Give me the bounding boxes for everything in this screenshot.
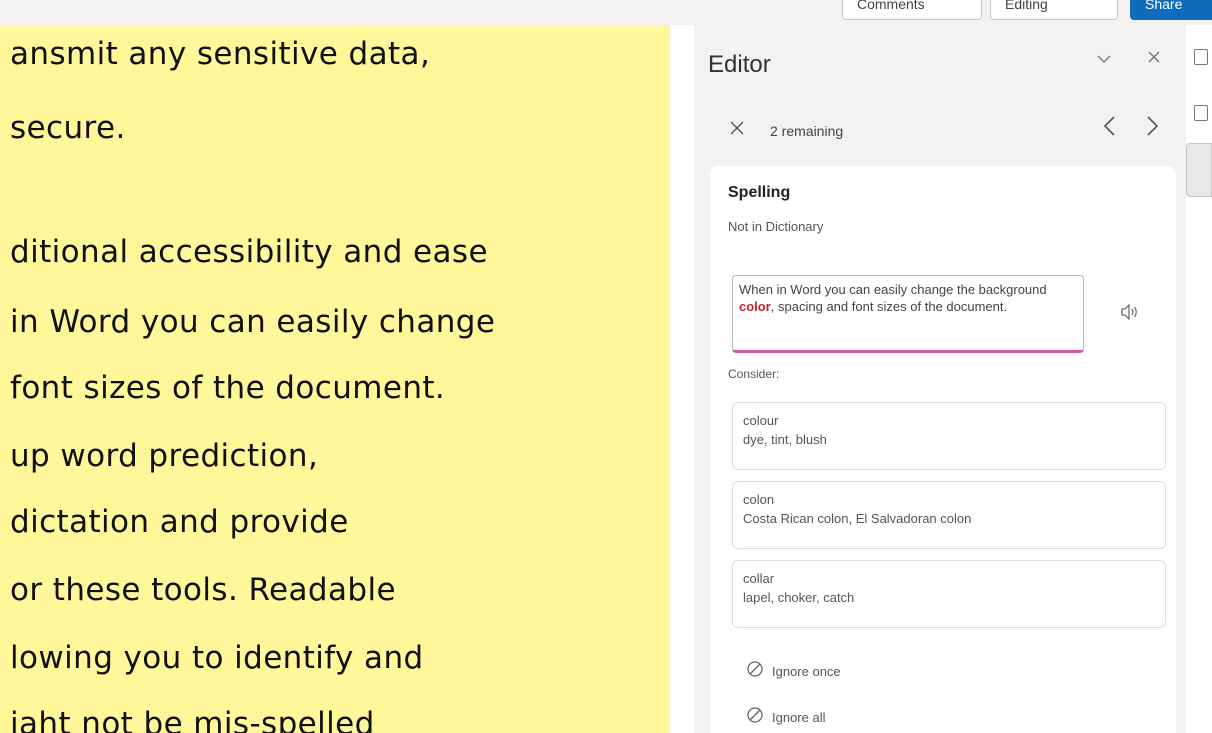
document-line: in Word you can easily change — [10, 304, 496, 340]
share-button[interactable]: Share — [1130, 0, 1212, 20]
pane-divider — [670, 25, 694, 733]
ignore-once-button[interactable]: Ignore once — [746, 660, 841, 683]
issue-type: Spelling — [728, 184, 791, 201]
chevron-right-icon[interactable] — [1144, 113, 1160, 146]
suggestion-word: colon — [743, 492, 775, 507]
suggestion-colour[interactable]: colour dye, tint, blush — [732, 402, 1166, 470]
consider-label: Consider: — [728, 367, 780, 381]
chevron-down-icon[interactable] — [1096, 51, 1112, 72]
right-rail — [1186, 25, 1212, 733]
editor-title: Editor — [708, 51, 771, 78]
page-icon[interactable] — [1194, 49, 1208, 65]
document-line: ditional accessibility and ease — [10, 234, 488, 270]
editing-mode-button[interactable]: Editing — [990, 0, 1118, 20]
chevron-left-icon[interactable] — [1102, 113, 1118, 146]
flagged-word: color — [739, 299, 771, 314]
suggestion-synonyms: lapel, choker, catch — [743, 590, 855, 605]
document-line: dictation and provide — [10, 504, 349, 540]
share-label: Share — [1145, 0, 1183, 12]
context-after: , spacing and font sizes of the document… — [770, 299, 1008, 314]
editor-rail-tab[interactable] — [1186, 143, 1212, 197]
document-line: lowing you to identify and — [10, 640, 424, 676]
editing-label: Editing — [1005, 0, 1048, 12]
context-preview: When in Word you can easily change the b… — [732, 275, 1084, 353]
suggestion-colon[interactable]: colon Costa Rican colon, El Salvadoran c… — [732, 481, 1166, 549]
comments-button[interactable]: Comments — [842, 0, 982, 20]
document-line: secure. — [10, 110, 126, 146]
suggestion-word: collar — [743, 571, 775, 586]
suggestion-word: colour — [743, 413, 779, 428]
ignore-all-button[interactable]: Ignore all — [746, 706, 825, 729]
issue-description: Not in Dictionary — [728, 219, 824, 234]
document-line: or these tools. Readable — [10, 572, 396, 608]
suggestion-collar[interactable]: collar lapel, choker, catch — [732, 560, 1166, 628]
close-icon[interactable] — [728, 117, 746, 143]
comments-label: Comments — [857, 0, 925, 12]
spelling-card: Spelling Not in Dictionary When in Word … — [710, 166, 1176, 733]
suggestion-synonyms: Costa Rican colon, El Salvadoran colon — [743, 511, 972, 526]
top-toolbar: Comments Editing Share — [0, 0, 1212, 25]
speaker-icon[interactable] — [1120, 303, 1140, 326]
remaining-count: 2 remaining — [770, 123, 844, 139]
context-before: When in Word you can easily change the b… — [739, 282, 1047, 297]
document-line: font sizes of the document. — [10, 370, 446, 406]
ignore-once-label: Ignore once — [772, 664, 841, 679]
document-line: ansmit any sensitive data, — [10, 36, 431, 72]
suggestion-synonyms: dye, tint, blush — [743, 432, 827, 447]
document-icon[interactable] — [1194, 105, 1208, 121]
ignore-all-label: Ignore all — [772, 710, 826, 725]
document-line: up word prediction, — [10, 438, 319, 474]
close-icon[interactable] — [1146, 49, 1162, 70]
prohibited-icon — [746, 660, 766, 683]
prohibited-icon — [746, 706, 766, 729]
document-canvas[interactable]: ansmit any sensitive data, secure. ditio… — [0, 25, 670, 733]
editor-pane: Editor 2 remaining Spelling Not in Dicti… — [694, 25, 1186, 733]
document-line: iaht not be mis-spelled — [10, 706, 375, 733]
